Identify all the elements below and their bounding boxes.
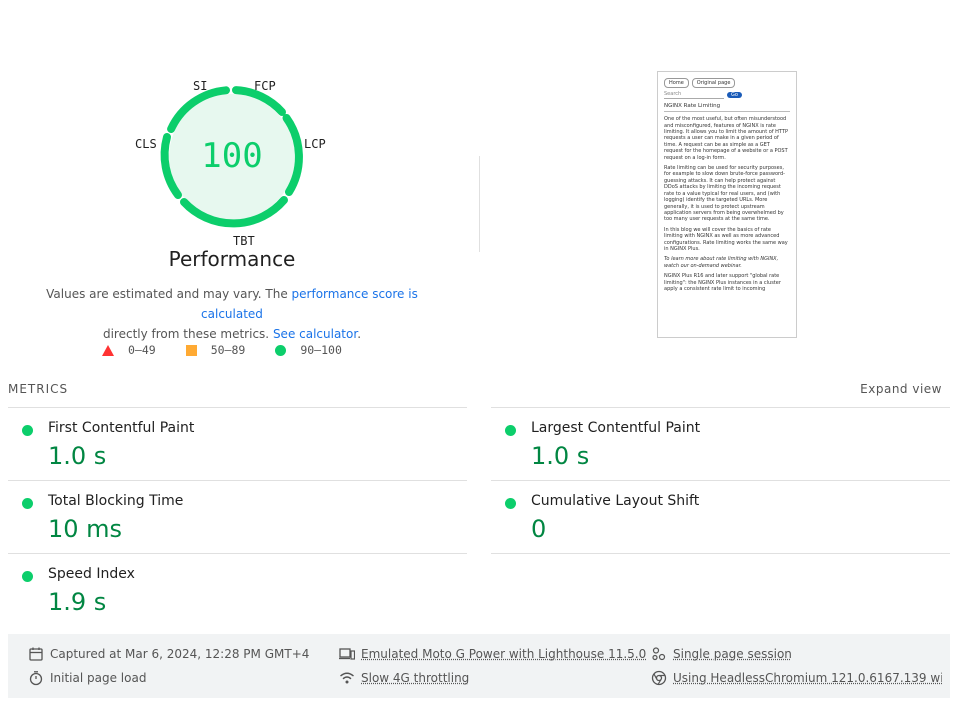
metric-name: Speed Index (48, 566, 135, 582)
calendar-icon (29, 647, 43, 661)
vertical-divider (479, 156, 480, 252)
expand-view-toggle[interactable]: Expand view (860, 382, 942, 396)
metric-value: 1.9 s (48, 588, 107, 616)
performance-title: Performance (168, 247, 296, 271)
metric-value: 1.0 s (48, 442, 107, 470)
gauge-label-cls: CLS (135, 137, 157, 151)
gauge-label-fcp: FCP (254, 79, 276, 93)
browser-info[interactable]: Using HeadlessChromium 121.0.6167.139 wi… (651, 670, 942, 686)
pass-circle-icon (22, 571, 33, 582)
emulated-text[interactable]: Emulated Moto G Power with Lighthouse 11… (361, 647, 646, 661)
square-icon (185, 344, 197, 356)
metric-si: Speed Index 1.9 s (8, 566, 448, 622)
legend-average: 50–89 (185, 343, 246, 357)
gauge-label-lcp: LCP (304, 137, 326, 151)
score-note: Values are estimated and may vary. The p… (20, 284, 444, 344)
metrics-divider (8, 553, 467, 554)
page-session[interactable]: Single page session (651, 646, 792, 662)
thumb-go-button: Go (727, 91, 742, 99)
metrics-heading: METRICS (8, 382, 69, 396)
browser-text[interactable]: Using HeadlessChromium 121.0.6167.139 wi… (673, 671, 942, 685)
metric-tbt: Total Blocking Time 10 ms (8, 493, 448, 549)
session-text[interactable]: Single page session (673, 647, 792, 661)
legend-fail: 0–49 (102, 343, 156, 357)
metric-value: 0 (531, 515, 547, 543)
note-prefix: Values are estimated and may vary. The (46, 287, 292, 301)
thumb-paragraph: To learn more about rate limiting with N… (664, 256, 779, 269)
captured-at: Captured at Mar 6, 2024, 12:28 PM GMT+4 (28, 646, 309, 662)
emulated-device[interactable]: Emulated Moto G Power with Lighthouse 11… (339, 646, 646, 662)
pass-circle-icon (22, 498, 33, 509)
thumb-home-button: Home (664, 78, 689, 89)
initial-page-load: Initial page load (28, 670, 146, 686)
chrome-icon (651, 670, 667, 686)
metrics-divider (491, 480, 950, 481)
metrics-divider (8, 480, 467, 481)
initial-load-text: Initial page load (50, 671, 147, 685)
metric-value: 1.0 s (531, 442, 590, 470)
metric-name: Largest Contentful Paint (531, 420, 701, 436)
legend-pass-label: 90–100 (300, 343, 342, 357)
metrics-divider (491, 407, 950, 408)
gauge-label-tbt: TBT (233, 234, 255, 248)
captured-text: Captured at Mar 6, 2024, 12:28 PM GMT+4 (50, 647, 310, 661)
performance-gauge: 100 SI FCP LCP TBT CLS (132, 76, 332, 276)
network-throttling[interactable]: Slow 4G throttling (339, 670, 469, 686)
thumb-original-button: Original page (691, 78, 736, 89)
note-middle: directly from these metrics. (102, 327, 273, 341)
legend-fail-label: 0–49 (128, 343, 156, 357)
metric-fcp: First Contentful Paint 1.0 s (8, 420, 448, 476)
thumb-paragraph: One of the most useful, but often misund… (664, 116, 788, 161)
metric-name: First Contentful Paint (48, 420, 195, 436)
devices-icon (339, 648, 355, 660)
metric-value: 10 ms (48, 515, 123, 543)
throttling-text[interactable]: Slow 4G throttling (361, 671, 469, 685)
metric-name: Cumulative Layout Shift (531, 493, 700, 509)
pass-circle-icon (505, 425, 516, 436)
gauge-ring (160, 86, 303, 228)
metric-cls: Cumulative Layout Shift 0 (491, 493, 931, 549)
note-suffix: . (357, 327, 362, 341)
thumb-paragraph: NGINX Plus R16 and later support "global… (664, 273, 781, 292)
legend-average-label: 50–89 (210, 343, 246, 357)
thumb-title: NGINX Rate Limiting (664, 103, 790, 113)
wifi-icon (340, 672, 354, 684)
thumb-paragraph: Rate limiting can be used for security p… (664, 165, 785, 223)
metrics-divider (8, 407, 467, 408)
legend-pass: 90–100 (275, 343, 342, 357)
session-icon (652, 647, 666, 661)
metric-lcp: Largest Contentful Paint 1.0 s (491, 420, 931, 476)
pass-circle-icon (505, 498, 516, 509)
see-calculator-link[interactable]: See calculator (273, 327, 357, 341)
metric-name: Total Blocking Time (48, 493, 184, 509)
thumb-search-field: Search (664, 91, 724, 99)
thumb-paragraph: In this blog we will cover the basics of… (664, 226, 788, 252)
score-legend: 0–49 50–89 90–100 (102, 343, 372, 357)
pass-circle-icon (22, 425, 33, 436)
metrics-divider (491, 553, 950, 554)
final-screenshot-thumbnail[interactable]: Home Original page Search Go NGINX Rate … (657, 71, 797, 338)
performance-score: 100 (201, 136, 263, 176)
triangle-icon (102, 344, 114, 356)
circle-icon (275, 344, 287, 356)
runtime-settings-footer: Captured at Mar 6, 2024, 12:28 PM GMT+4 … (8, 634, 950, 698)
gauge-label-si: SI (193, 79, 208, 93)
stopwatch-icon (29, 671, 43, 686)
